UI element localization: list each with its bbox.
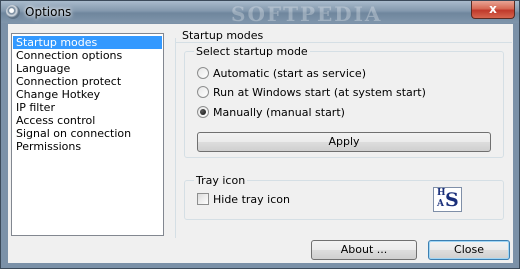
list-item-connection-options[interactable]: Connection options [13,49,162,62]
list-item-permissions[interactable]: Permissions [13,140,162,153]
hide-tray-checkbox-row[interactable]: Hide tray icon [197,193,290,207]
radio-button-icon[interactable] [197,67,209,79]
list-item-change-hotkey[interactable]: Change Hotkey [13,88,162,101]
app-icon [6,5,20,19]
list-item-startup-modes[interactable]: Startup modes [13,36,162,49]
startup-mode-group-title: Select startup mode [194,45,310,58]
radio-button-icon[interactable] [197,106,209,118]
about-button[interactable]: About ... [311,240,417,260]
radio-run-at-windows-start[interactable]: Run at Windows start (at system start) [197,86,426,100]
hide-tray-label: Hide tray icon [213,193,290,206]
close-button[interactable]: Close [428,240,510,260]
list-item-signal-on-connection[interactable]: Signal on connection [13,127,162,140]
options-window: Options SOFTPEDIA x Startup modes Connec… [0,0,520,269]
radio-button-icon[interactable] [197,86,209,98]
window-close-button[interactable]: x [471,1,515,19]
apply-button[interactable]: Apply [197,132,491,152]
tray-icon-group-title: Tray icon [194,174,248,187]
list-item-ip-filter[interactable]: IP filter [13,101,162,114]
logo-letter-a: A [437,199,444,209]
checkbox-icon[interactable] [197,193,209,205]
radio-run-at-windows-start-label: Run at Windows start (at system start) [213,86,426,99]
dialog-client-area: Startup modes Connection options Languag… [8,24,513,263]
logo-letter-s: S [445,189,459,211]
title-bar[interactable]: Options SOFTPEDIA x [1,1,519,26]
list-item-language[interactable]: Language [13,62,162,75]
window-title: Options [25,5,72,19]
list-item-access-control[interactable]: Access control [13,114,162,127]
options-category-list[interactable]: Startup modes Connection options Languag… [11,33,164,236]
panel-vertical-divider [175,38,176,238]
list-item-connection-protect[interactable]: Connection protect [13,75,162,88]
panel-title: Startup modes [182,29,264,42]
radio-automatic[interactable]: Automatic (start as service) [197,67,366,81]
radio-automatic-label: Automatic (start as service) [213,67,366,80]
panel-divider [176,42,512,43]
radio-manually[interactable]: Manually (manual start) [197,106,345,120]
watermark: SOFTPEDIA [231,2,383,26]
radio-manually-label: Manually (manual start) [213,106,345,119]
has-logo: H A S [433,187,462,212]
